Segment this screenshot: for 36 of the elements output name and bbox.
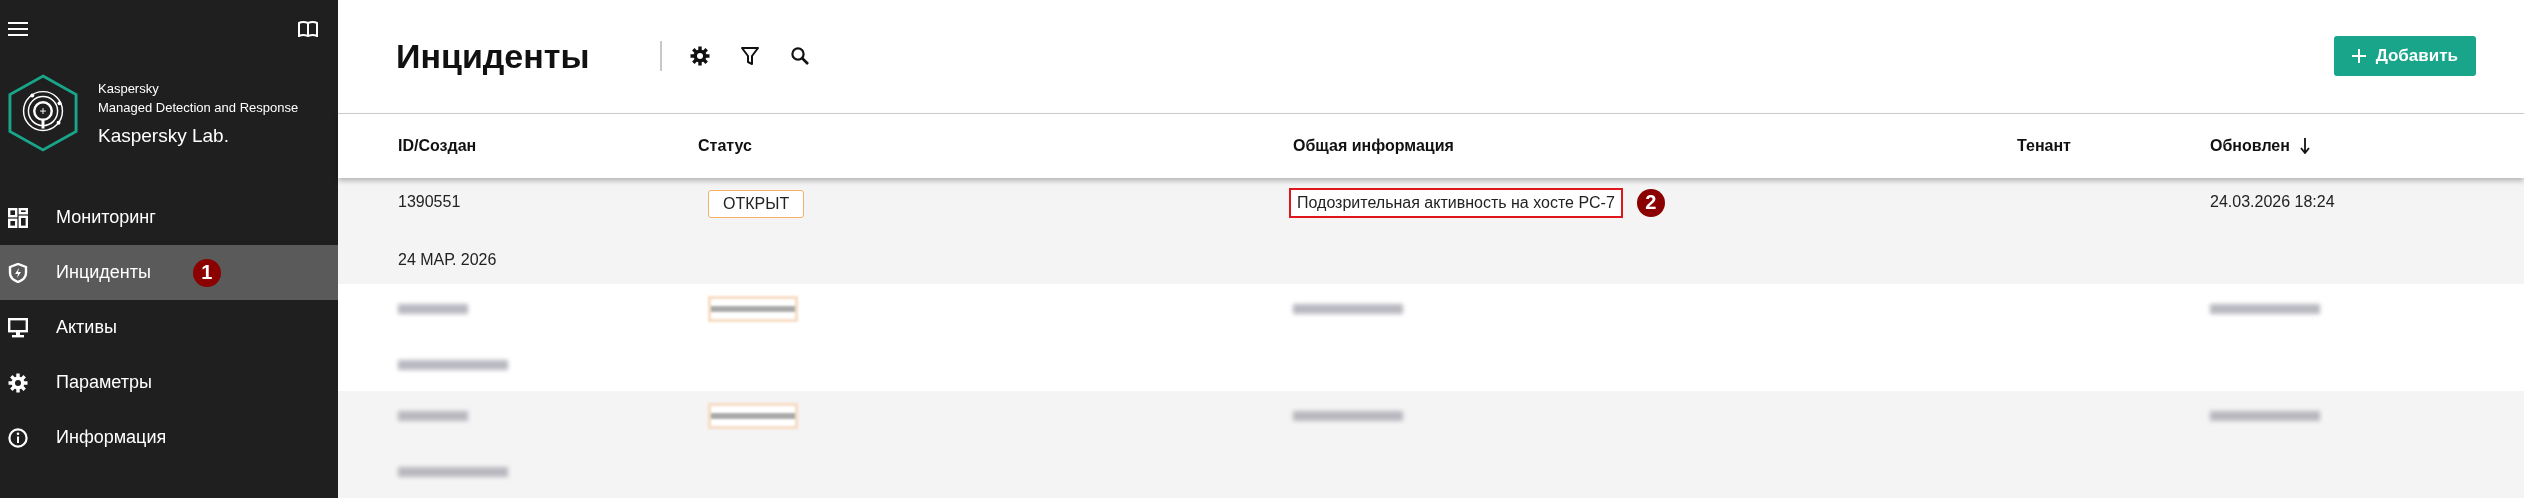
company-name: Kaspersky Lab. xyxy=(98,125,230,147)
column-header[interactable]: Общая информация xyxy=(1293,136,1454,155)
search-icon[interactable] xyxy=(789,46,810,67)
status-badge: ОТКРЫТ xyxy=(708,189,805,218)
column-header[interactable]: Тенант xyxy=(2017,136,2071,155)
shield-icon xyxy=(8,262,28,283)
vendor-name: Kaspersky xyxy=(98,80,160,98)
page-title: Инциденты xyxy=(396,36,590,76)
monitor-icon xyxy=(8,317,28,338)
updated-time: 24.03.2026 18:24 xyxy=(2210,191,2335,212)
column-header[interactable]: ID/Создан xyxy=(398,136,477,155)
callout-badge: 2 xyxy=(1636,188,1665,217)
created-date: 24 МАР. 2026 xyxy=(398,249,497,270)
product-name: Managed Detection and Response xyxy=(98,99,299,117)
book-icon[interactable] xyxy=(298,21,318,37)
blurred-text xyxy=(398,304,468,315)
nav-item[interactable]: Информация xyxy=(0,410,338,465)
column-header[interactable]: Обновлен xyxy=(2210,136,2290,155)
nav-item[interactable]: Параметры xyxy=(0,355,338,410)
nav-item[interactable]: Инциденты 1 xyxy=(0,245,338,300)
settings-icon[interactable] xyxy=(689,46,710,67)
logo-icon xyxy=(8,74,78,152)
menu-icon[interactable] xyxy=(8,22,28,36)
settings-icon xyxy=(8,372,28,393)
filter-icon[interactable] xyxy=(739,46,760,67)
dashboard-icon xyxy=(8,207,28,228)
column-header[interactable]: Статус xyxy=(698,136,752,155)
nav-item[interactable]: Мониторинг xyxy=(0,190,338,245)
blurred-text xyxy=(398,411,468,422)
incident-id: 1390551 xyxy=(398,191,461,212)
plus-icon xyxy=(2351,49,2366,64)
sort-arrow-icon[interactable] xyxy=(2299,137,2310,154)
info-icon xyxy=(8,427,28,448)
nav-item[interactable]: Активы xyxy=(0,300,338,355)
callout-badge: 1 xyxy=(192,258,221,287)
incident-summary[interactable]: Подозрительная активность на хосте PC-7 xyxy=(1289,187,1623,218)
